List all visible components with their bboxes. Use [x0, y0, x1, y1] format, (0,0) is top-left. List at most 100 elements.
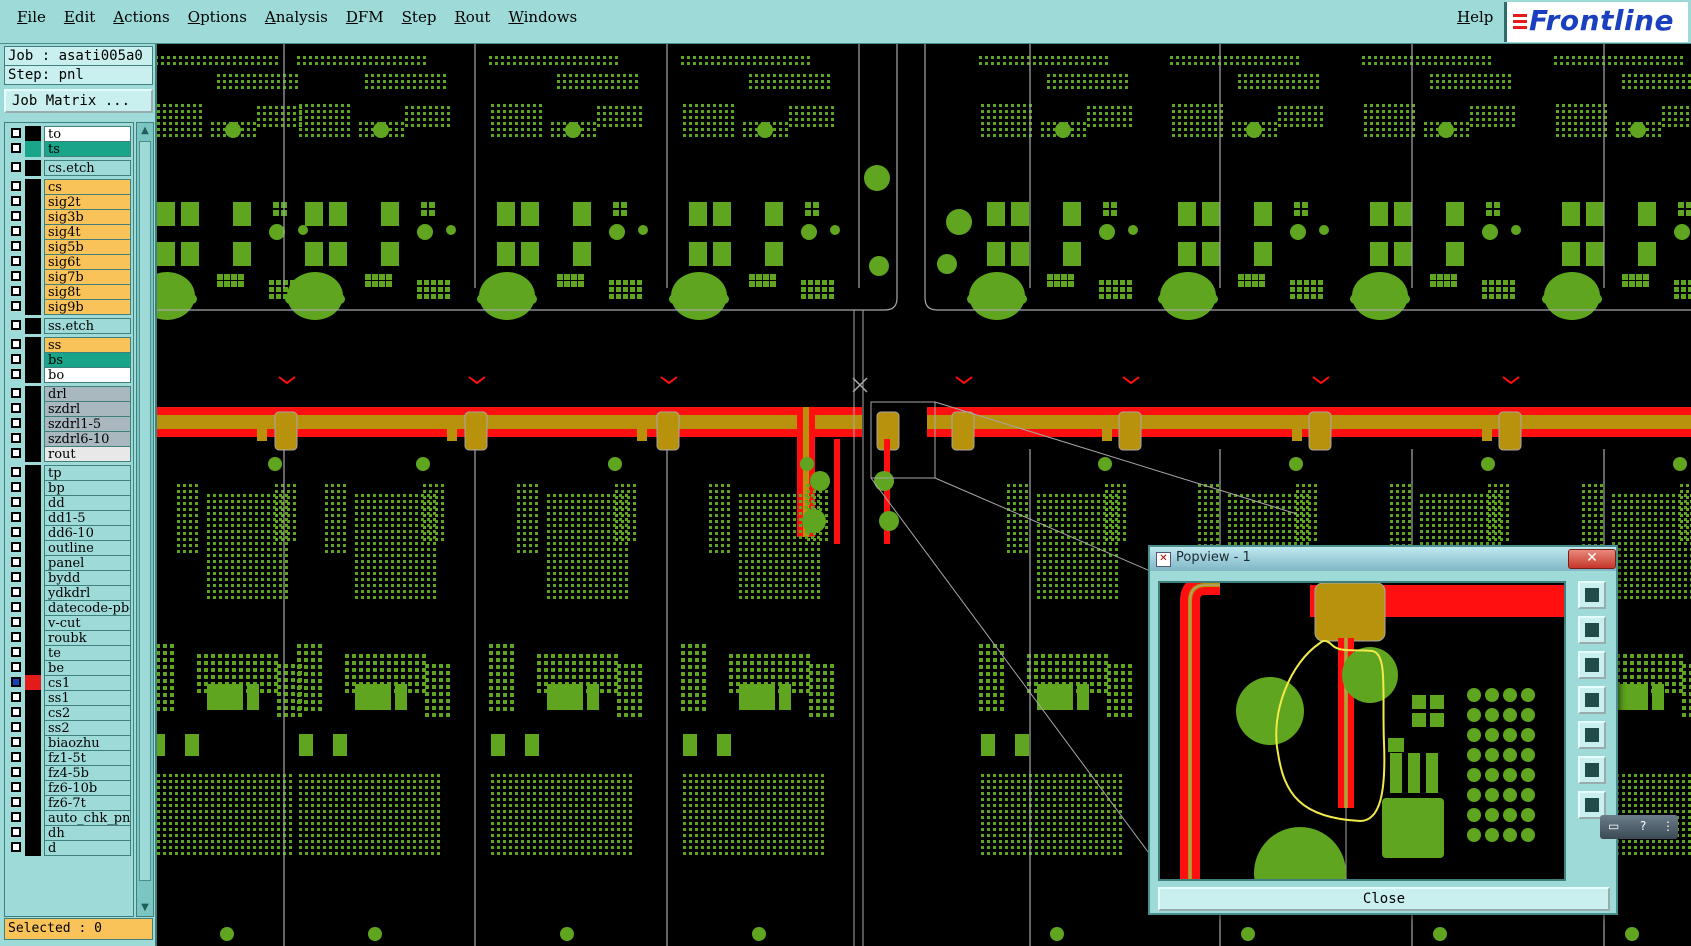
layer-checkbox[interactable]: [11, 162, 21, 172]
layer-checkbox[interactable]: [11, 692, 21, 702]
layer-checkbox[interactable]: [11, 512, 21, 522]
layer-checkbox[interactable]: [11, 782, 21, 792]
layer-name[interactable]: cs: [44, 179, 131, 195]
layer-color-swatch[interactable]: [25, 780, 41, 796]
layer-checkbox[interactable]: [11, 812, 21, 822]
menu-help[interactable]: Help: [1448, 6, 1502, 28]
menu-rout[interactable]: Rout: [445, 6, 499, 28]
layer-row-dh[interactable]: dh: [7, 825, 133, 841]
pan-left-icon[interactable]: [1578, 686, 1606, 714]
layer-row-cs2[interactable]: cs2: [7, 705, 133, 721]
layer-color-swatch[interactable]: [25, 510, 41, 526]
layer-color-swatch[interactable]: [25, 630, 41, 646]
layer-color-swatch[interactable]: [25, 352, 41, 368]
layer-row-auto_chk_pn[interactable]: auto_chk_pn: [7, 810, 133, 826]
layer-color-swatch[interactable]: [25, 194, 41, 210]
layer-checkbox[interactable]: [11, 143, 21, 153]
layer-color-swatch[interactable]: [25, 600, 41, 616]
layer-checkbox[interactable]: [11, 211, 21, 221]
layer-checkbox[interactable]: [11, 226, 21, 236]
tray-widget[interactable]: ▭ ? ⋮: [1600, 815, 1678, 839]
layer-checkbox[interactable]: [11, 752, 21, 762]
menu-options[interactable]: Options: [179, 6, 256, 28]
layer-checkbox[interactable]: [11, 286, 21, 296]
popview-graphic[interactable]: [1160, 583, 1564, 879]
layer-checkbox[interactable]: [11, 647, 21, 657]
layer-row-datecode-pbo[interactable]: datecode-pbo: [7, 600, 133, 616]
layer-checkbox[interactable]: [11, 418, 21, 428]
layer-color-swatch[interactable]: [25, 416, 41, 432]
layer-row-szdrl6-10[interactable]: szdrl6-10: [7, 431, 133, 447]
layer-color-swatch[interactable]: [25, 254, 41, 270]
pan-down-icon[interactable]: [1578, 651, 1606, 679]
layer-color-swatch[interactable]: [25, 299, 41, 315]
layer-row-sig7b[interactable]: sig7b: [7, 269, 133, 285]
layer-row-fz4-5b[interactable]: fz4-5b: [7, 765, 133, 781]
scroll-thumb[interactable]: [139, 141, 151, 881]
layer-name[interactable]: sig5b: [44, 239, 131, 255]
layer-name[interactable]: szdrl6-10: [44, 431, 131, 447]
layer-row-sig6t[interactable]: sig6t: [7, 254, 133, 270]
layer-row-be[interactable]: be: [7, 660, 133, 676]
layer-row-sig8t[interactable]: sig8t: [7, 284, 133, 300]
layer-name[interactable]: cs1: [44, 675, 131, 691]
layer-checkbox[interactable]: [11, 354, 21, 364]
layer-row-outline[interactable]: outline: [7, 540, 133, 556]
menu-dfm[interactable]: DFM: [337, 6, 393, 28]
layer-checkbox[interactable]: [11, 196, 21, 206]
layer-name[interactable]: fz1-5t: [44, 750, 131, 766]
pan-up-icon[interactable]: [1578, 616, 1606, 644]
layer-color-swatch[interactable]: [25, 431, 41, 447]
popview-close-icon[interactable]: ✕: [1568, 549, 1616, 569]
menu-windows[interactable]: Windows: [499, 6, 586, 28]
layer-row-cs1[interactable]: cs1: [7, 675, 133, 691]
layer-name[interactable]: dh: [44, 825, 131, 841]
layer-row-tp[interactable]: tp: [7, 465, 133, 481]
layer-name[interactable]: ss.etch: [44, 318, 131, 334]
layer-name[interactable]: be: [44, 660, 131, 676]
layer-color-swatch[interactable]: [25, 795, 41, 811]
menu-analysis[interactable]: Analysis: [256, 6, 337, 28]
layer-row-sig4t[interactable]: sig4t: [7, 224, 133, 240]
layer-checkbox[interactable]: [11, 320, 21, 330]
layer-row-panel[interactable]: panel: [7, 555, 133, 571]
layer-color-swatch[interactable]: [25, 318, 41, 334]
layer-color-swatch[interactable]: [25, 615, 41, 631]
layer-name[interactable]: auto_chk_pn: [44, 810, 131, 826]
layer-row-ts[interactable]: ts: [7, 141, 133, 157]
scroll-up-icon[interactable]: ▲: [139, 124, 151, 138]
layer-checkbox[interactable]: [11, 369, 21, 379]
layer-checkbox[interactable]: [11, 181, 21, 191]
layer-name[interactable]: sig3b: [44, 209, 131, 225]
layer-row-fz6-10b[interactable]: fz6-10b: [7, 780, 133, 796]
layer-checkbox[interactable]: [11, 433, 21, 443]
layer-color-swatch[interactable]: [25, 645, 41, 661]
layer-color-swatch[interactable]: [25, 141, 41, 157]
layer-color-swatch[interactable]: [25, 367, 41, 383]
layer-row-dd1-5[interactable]: dd1-5: [7, 510, 133, 526]
layer-name[interactable]: szdrl1-5: [44, 416, 131, 432]
layer-color-swatch[interactable]: [25, 765, 41, 781]
scroll-down-icon[interactable]: ▼: [139, 901, 151, 915]
layer-checkbox[interactable]: [11, 722, 21, 732]
layer-checkbox[interactable]: [11, 241, 21, 251]
layer-name[interactable]: sig7b: [44, 269, 131, 285]
menu-actions[interactable]: Actions: [104, 6, 178, 28]
layer-color-swatch[interactable]: [25, 825, 41, 841]
layer-color-swatch[interactable]: [25, 209, 41, 225]
layer-name[interactable]: fz4-5b: [44, 765, 131, 781]
layer-checkbox[interactable]: [11, 632, 21, 642]
layer-name[interactable]: ydkdrl: [44, 585, 131, 601]
layer-color-swatch[interactable]: [25, 555, 41, 571]
menu-edit[interactable]: Edit: [55, 6, 104, 28]
layer-row-bs[interactable]: bs: [7, 352, 133, 368]
layer-row-sig9b[interactable]: sig9b: [7, 299, 133, 315]
layer-color-swatch[interactable]: [25, 735, 41, 751]
layer-name[interactable]: roubk: [44, 630, 131, 646]
layer-name[interactable]: sig9b: [44, 299, 131, 315]
layer-checkbox[interactable]: [11, 797, 21, 807]
layer-row-ss1[interactable]: ss1: [7, 690, 133, 706]
layer-row-ss2[interactable]: ss2: [7, 720, 133, 736]
layer-row-cs[interactable]: cs: [7, 179, 133, 195]
layer-name[interactable]: sig2t: [44, 194, 131, 210]
